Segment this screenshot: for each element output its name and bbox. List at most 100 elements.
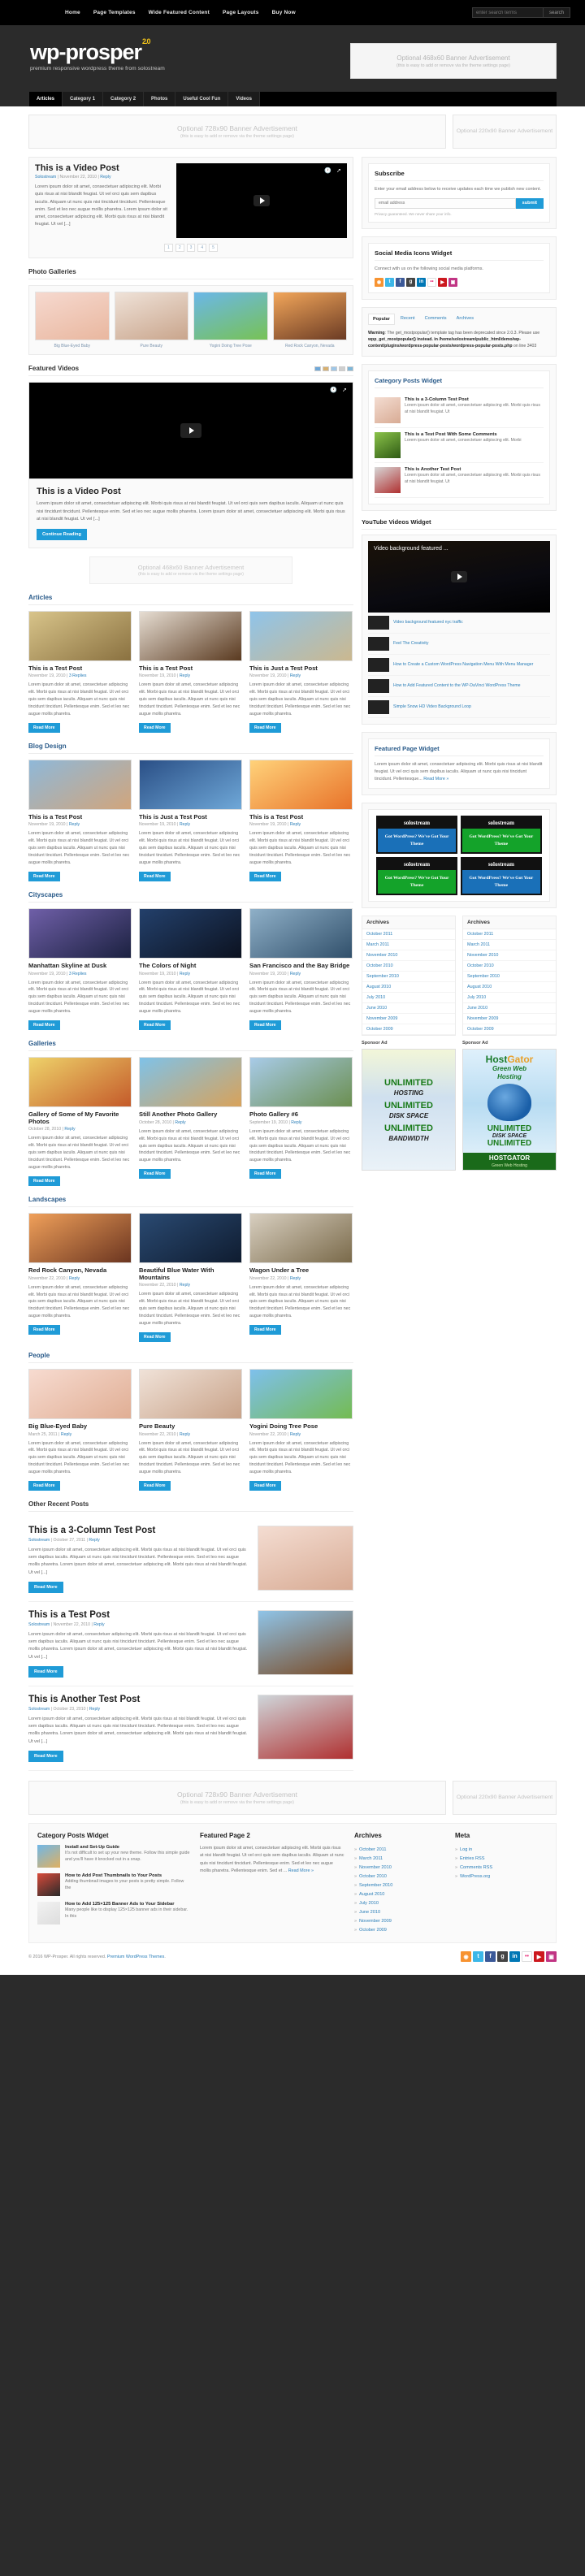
footer-archive-link[interactable]: October 2011 [354, 1845, 445, 1854]
play-button-icon[interactable] [254, 195, 270, 206]
widget-post-title[interactable]: This is a 3-Column Test Post [405, 397, 544, 403]
featured-page-read-more[interactable]: Read More » [423, 777, 448, 781]
youtube-item-thumbnail[interactable] [368, 657, 389, 672]
youtube-item-title[interactable]: Feel The Creativity [393, 641, 428, 647]
slider-page-5[interactable]: 5 [209, 244, 218, 252]
post-reply-link[interactable]: 3 Replies [69, 673, 87, 678]
recent-post-author[interactable]: Solostream [28, 1707, 50, 1712]
post-reply-link[interactable]: Reply [69, 822, 80, 827]
post-thumbnail[interactable] [139, 610, 242, 661]
youtube-icon[interactable]: ▶ [438, 277, 447, 287]
featured-video-title[interactable]: This is a Video Post [37, 487, 345, 496]
post-reply-link[interactable]: Reply [290, 972, 301, 976]
video-thumbnail-strip[interactable] [314, 366, 353, 371]
post-title[interactable]: Manhattan Skyline at Dusk [28, 962, 132, 970]
footer-archive-link[interactable]: November 2010 [354, 1863, 445, 1872]
read-more-button[interactable]: Read More [28, 1020, 60, 1031]
post-reply-link[interactable]: Reply [180, 972, 190, 976]
archive-link[interactable]: June 2010 [463, 1003, 556, 1015]
footer-post-title[interactable]: Install and Set-Up Guide [65, 1845, 190, 1851]
nav-item-category-1[interactable]: Category 1 [63, 92, 104, 106]
header-banner-ad[interactable]: Optional 468x60 Banner Advertisement (th… [350, 43, 557, 79]
archive-link[interactable]: November 2010 [362, 950, 455, 962]
flickr-icon[interactable]: •• [427, 277, 436, 287]
post-title[interactable]: The Colors of Night [139, 962, 242, 970]
read-more-button[interactable]: Read More [28, 722, 60, 733]
instagram-icon[interactable]: ▣ [448, 277, 457, 287]
widget-post-item[interactable]: This is a 3-Column Test Post Lorem ipsum… [375, 393, 544, 428]
post-reply-link[interactable]: Reply [290, 673, 301, 678]
archive-link[interactable]: October 2011 [463, 929, 556, 941]
recent-post-author[interactable]: Solostream [28, 1622, 50, 1627]
youtube-item-title[interactable]: Video background featured nyc traffic [393, 620, 463, 626]
recent-post-title[interactable]: This is Another Test Post [28, 1695, 249, 1705]
gallery-item[interactable]: Red Rock Canyon, Nevada [272, 292, 347, 349]
youtube-list-item[interactable]: How to Create a Custom WordPress Navigat… [368, 655, 550, 676]
post-title[interactable]: San Francisco and the Bay Bridge [249, 962, 353, 970]
widget-post-title[interactable]: This is a Test Post With Some Comments [405, 432, 522, 438]
post-thumbnail[interactable] [249, 759, 353, 810]
footer-theme-link[interactable]: Premium WordPress Themes [107, 1955, 165, 1959]
post-title[interactable]: Wagon Under a Tree [249, 1266, 353, 1275]
subscribe-email-input[interactable] [375, 197, 516, 209]
post-title[interactable]: Beautiful Blue Water With Mountains [139, 1266, 242, 1281]
archive-link[interactable]: October 2011 [362, 929, 455, 941]
watch-later-icon[interactable]: 🕐 [324, 167, 332, 174]
widget-post-item[interactable]: This is Another Test Post Lorem ipsum do… [375, 463, 544, 498]
post-title[interactable]: This is a Test Post [249, 813, 353, 821]
post-title[interactable]: This is Just a Test Post [249, 665, 353, 673]
banner-ad-125[interactable]: solostream Got WordPress? We've Got Your… [461, 816, 542, 855]
search-input[interactable] [471, 7, 544, 18]
googleplus-icon[interactable]: g [406, 277, 415, 287]
read-more-button[interactable]: Read More [139, 722, 171, 733]
nav-item-articles[interactable]: Articles [28, 92, 63, 106]
archive-link[interactable]: October 2009 [463, 1024, 556, 1036]
gallery-thumbnail[interactable] [272, 292, 347, 340]
archive-link[interactable]: March 2011 [362, 940, 455, 951]
footer-post-thumbnail[interactable] [37, 1902, 60, 1925]
post-reply-link[interactable]: Reply [290, 822, 301, 827]
youtube-main-video[interactable]: Video background featured ... [368, 540, 550, 613]
recent-post-thumbnail[interactable] [258, 1525, 353, 1591]
banner-ad-125[interactable]: solostream Got WordPress? We've Got Your… [376, 857, 457, 896]
archive-link[interactable]: November 2009 [463, 1014, 556, 1025]
video-thumb-icon[interactable] [347, 366, 353, 371]
footer-meta-link[interactable]: Entries RSS [455, 1854, 544, 1863]
post-reply-link[interactable]: Reply [290, 1432, 301, 1437]
nav-item-videos[interactable]: Videos [228, 92, 260, 106]
archive-link[interactable]: November 2010 [463, 950, 556, 962]
post-reply-link[interactable]: Reply [180, 1432, 190, 1437]
post-reply-link[interactable]: Reply [180, 822, 190, 827]
youtube-item-title[interactable]: Simple Snow HD Video Background Loop [393, 704, 471, 710]
archive-link[interactable]: November 2009 [362, 1014, 455, 1025]
post-thumbnail[interactable] [28, 759, 132, 810]
post-thumbnail[interactable] [28, 610, 132, 661]
facebook-icon[interactable]: f [485, 1951, 496, 1963]
footer-post-thumbnail[interactable] [37, 1845, 60, 1868]
footer-archive-link[interactable]: March 2011 [354, 1854, 445, 1863]
slider-page-2[interactable]: 2 [175, 244, 184, 252]
post-thumbnail[interactable] [139, 1057, 242, 1108]
recent-post-thumbnail[interactable] [258, 1609, 353, 1675]
post-reply-link[interactable]: 3 Replies [69, 972, 87, 976]
footer-post-item[interactable]: How to Add 125×125 Banner Ads to Your Si… [37, 1902, 190, 1925]
slider-page-4[interactable]: 4 [197, 244, 207, 252]
post-thumbnail[interactable] [28, 1212, 132, 1263]
footer-meta-link[interactable]: Log in [455, 1845, 544, 1854]
gallery-thumbnail[interactable] [193, 292, 268, 340]
post-title[interactable]: Photo Gallery #6 [249, 1110, 353, 1119]
footer-meta-link[interactable]: Comments RSS [455, 1863, 544, 1872]
read-more-button[interactable]: Read More [28, 1581, 63, 1593]
read-more-button[interactable]: Read More [249, 1325, 281, 1336]
read-more-button[interactable]: Read More [28, 1666, 63, 1678]
archive-link[interactable]: June 2010 [362, 1003, 455, 1015]
post-title[interactable]: Pure Beauty [139, 1422, 242, 1431]
read-more-button[interactable]: Read More [249, 1169, 281, 1180]
tab-comments[interactable]: Comments [421, 314, 451, 325]
gallery-item[interactable]: Yogini Doing Tree Pose [193, 292, 268, 349]
post-thumbnail[interactable] [249, 610, 353, 661]
slider-author[interactable]: Solostream [35, 175, 56, 180]
archive-link[interactable]: September 2010 [362, 972, 455, 983]
footer-post-title[interactable]: How to Add 125×125 Banner Ads to Your Si… [65, 1902, 190, 1907]
youtube-icon[interactable]: ▶ [534, 1951, 544, 1963]
